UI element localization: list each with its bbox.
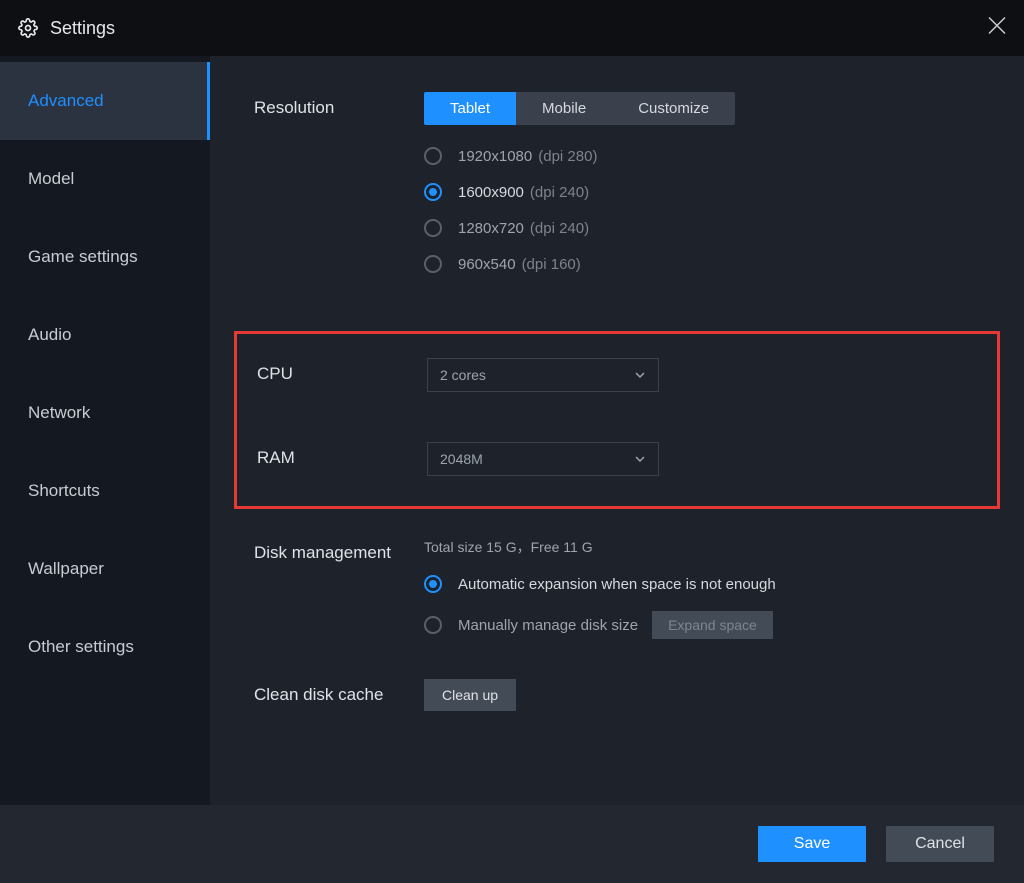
close-button[interactable] bbox=[988, 17, 1006, 40]
resolution-dpi: (dpi 240) bbox=[530, 220, 589, 237]
sidebar-item-label: Other settings bbox=[28, 637, 134, 657]
cpu-select[interactable]: 2 cores bbox=[427, 358, 659, 392]
clean-up-button[interactable]: Clean up bbox=[424, 679, 516, 711]
resolution-dpi: (dpi 160) bbox=[522, 256, 581, 273]
resolution-options: 1920x1080 (dpi 280) 1600x900 (dpi 240) 1… bbox=[424, 147, 980, 273]
radio-1280x720[interactable]: 1280x720 (dpi 240) bbox=[424, 219, 980, 237]
cpu-value: 2 cores bbox=[440, 367, 486, 383]
radio-icon bbox=[424, 183, 442, 201]
sidebar-item-audio[interactable]: Audio bbox=[0, 296, 210, 374]
row-resolution: Resolution Tablet Mobile Customize 1920x… bbox=[254, 92, 980, 291]
label-resolution: Resolution bbox=[254, 92, 424, 120]
resolution-dpi: (dpi 240) bbox=[530, 184, 589, 201]
cpu-ram-highlight: CPU 2 cores RAM 2048M bbox=[234, 331, 1000, 509]
resolution-size: 1280x720 bbox=[458, 220, 524, 237]
resolution-dpi: (dpi 280) bbox=[538, 148, 597, 165]
label-disk: Disk management bbox=[254, 537, 424, 565]
sidebar-item-label: Advanced bbox=[28, 91, 104, 111]
sidebar: Advanced Model Game settings Audio Netwo… bbox=[0, 56, 210, 805]
footer: Save Cancel bbox=[0, 805, 1024, 883]
cancel-button[interactable]: Cancel bbox=[886, 826, 994, 862]
resolution-size: 1600x900 bbox=[458, 184, 524, 201]
radio-manual-disk[interactable]: Manually manage disk size Expand space bbox=[424, 611, 980, 639]
ram-select[interactable]: 2048M bbox=[427, 442, 659, 476]
window-body: Advanced Model Game settings Audio Netwo… bbox=[0, 56, 1024, 805]
sidebar-item-other-settings[interactable]: Other settings bbox=[0, 608, 210, 686]
radio-icon bbox=[424, 147, 442, 165]
tab-customize[interactable]: Customize bbox=[612, 92, 735, 125]
resolution-tabs: Tablet Mobile Customize bbox=[424, 92, 735, 125]
radio-icon bbox=[424, 219, 442, 237]
radio-auto-expand[interactable]: Automatic expansion when space is not en… bbox=[424, 575, 980, 593]
sidebar-item-label: Game settings bbox=[28, 247, 138, 267]
row-cpu: CPU 2 cores bbox=[237, 348, 997, 402]
disk-status: Total size 15 G，Free 11 G bbox=[424, 537, 980, 557]
radio-icon bbox=[424, 616, 442, 634]
settings-window: Settings Advanced Model Game settings Au… bbox=[0, 0, 1024, 883]
sidebar-item-label: Shortcuts bbox=[28, 481, 100, 501]
row-ram: RAM 2048M bbox=[237, 432, 997, 486]
radio-icon bbox=[424, 255, 442, 273]
gear-icon bbox=[18, 18, 38, 38]
sidebar-item-shortcuts[interactable]: Shortcuts bbox=[0, 452, 210, 530]
tab-tablet[interactable]: Tablet bbox=[424, 92, 516, 125]
label-cpu: CPU bbox=[257, 358, 427, 386]
resolution-content: Tablet Mobile Customize 1920x1080 (dpi 2… bbox=[424, 92, 980, 291]
sidebar-item-label: Audio bbox=[28, 325, 71, 345]
sidebar-item-label: Wallpaper bbox=[28, 559, 104, 579]
disk-option-label: Automatic expansion when space is not en… bbox=[458, 576, 776, 593]
chevron-down-icon bbox=[634, 453, 646, 465]
titlebar: Settings bbox=[0, 0, 1024, 56]
sidebar-item-label: Model bbox=[28, 169, 74, 189]
main-panel: Resolution Tablet Mobile Customize 1920x… bbox=[210, 56, 1024, 805]
label-ram: RAM bbox=[257, 442, 427, 470]
chevron-down-icon bbox=[634, 369, 646, 381]
window-title: Settings bbox=[50, 18, 115, 39]
close-icon bbox=[988, 17, 1006, 35]
radio-icon bbox=[424, 575, 442, 593]
radio-1600x900[interactable]: 1600x900 (dpi 240) bbox=[424, 183, 980, 201]
sidebar-item-game-settings[interactable]: Game settings bbox=[0, 218, 210, 296]
sidebar-item-advanced[interactable]: Advanced bbox=[0, 62, 210, 140]
radio-1920x1080[interactable]: 1920x1080 (dpi 280) bbox=[424, 147, 980, 165]
resolution-size: 960x540 bbox=[458, 256, 516, 273]
sidebar-item-network[interactable]: Network bbox=[0, 374, 210, 452]
row-clean-cache: Clean disk cache Clean up bbox=[254, 679, 980, 711]
tab-mobile[interactable]: Mobile bbox=[516, 92, 612, 125]
resolution-size: 1920x1080 bbox=[458, 148, 532, 165]
sidebar-item-label: Network bbox=[28, 403, 90, 423]
disk-option-label: Manually manage disk size bbox=[458, 617, 638, 634]
radio-960x540[interactable]: 960x540 (dpi 160) bbox=[424, 255, 980, 273]
sidebar-item-wallpaper[interactable]: Wallpaper bbox=[0, 530, 210, 608]
expand-space-button[interactable]: Expand space bbox=[652, 611, 773, 639]
label-clean-cache: Clean disk cache bbox=[254, 679, 424, 707]
ram-value: 2048M bbox=[440, 451, 483, 467]
sidebar-item-model[interactable]: Model bbox=[0, 140, 210, 218]
row-disk: Disk management Total size 15 G，Free 11 … bbox=[254, 537, 980, 639]
save-button[interactable]: Save bbox=[758, 826, 866, 862]
